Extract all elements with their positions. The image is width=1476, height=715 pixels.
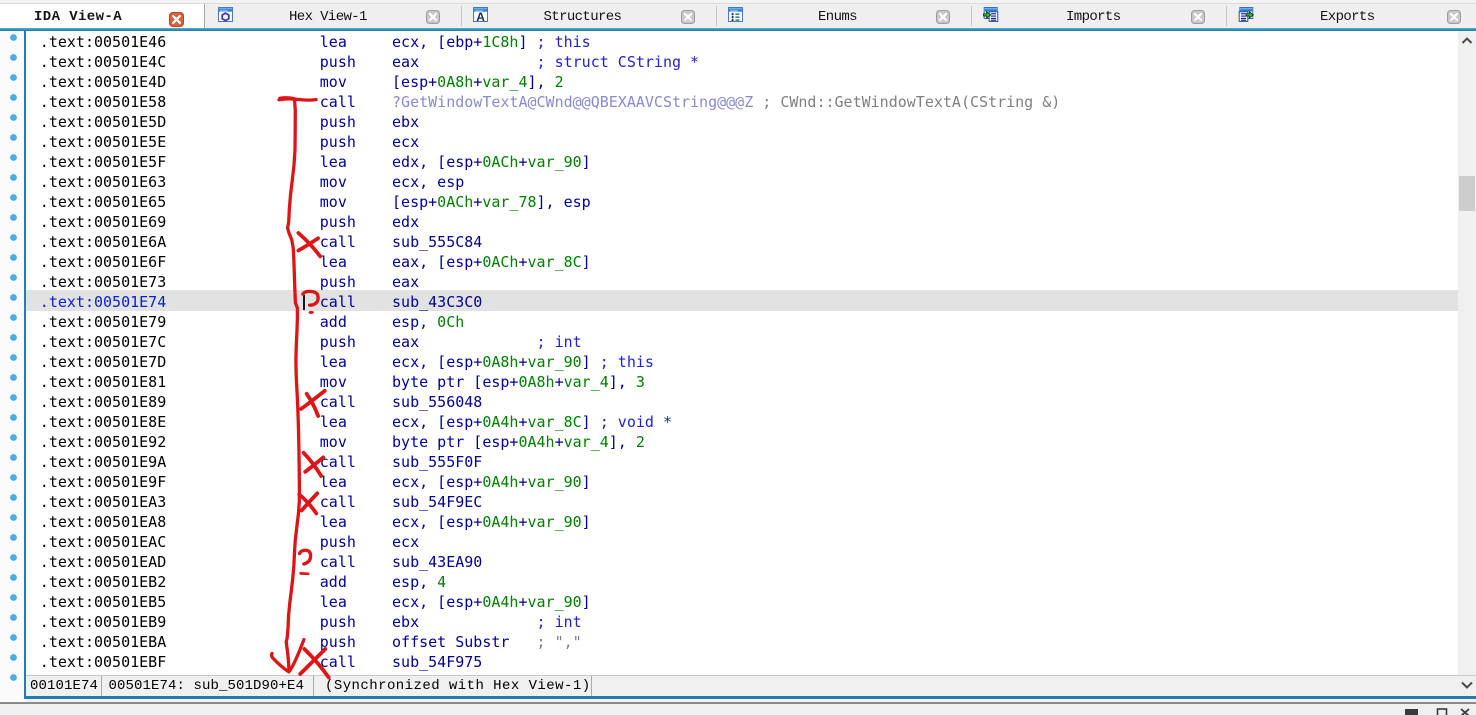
svg-text:A: A [476,10,485,23]
